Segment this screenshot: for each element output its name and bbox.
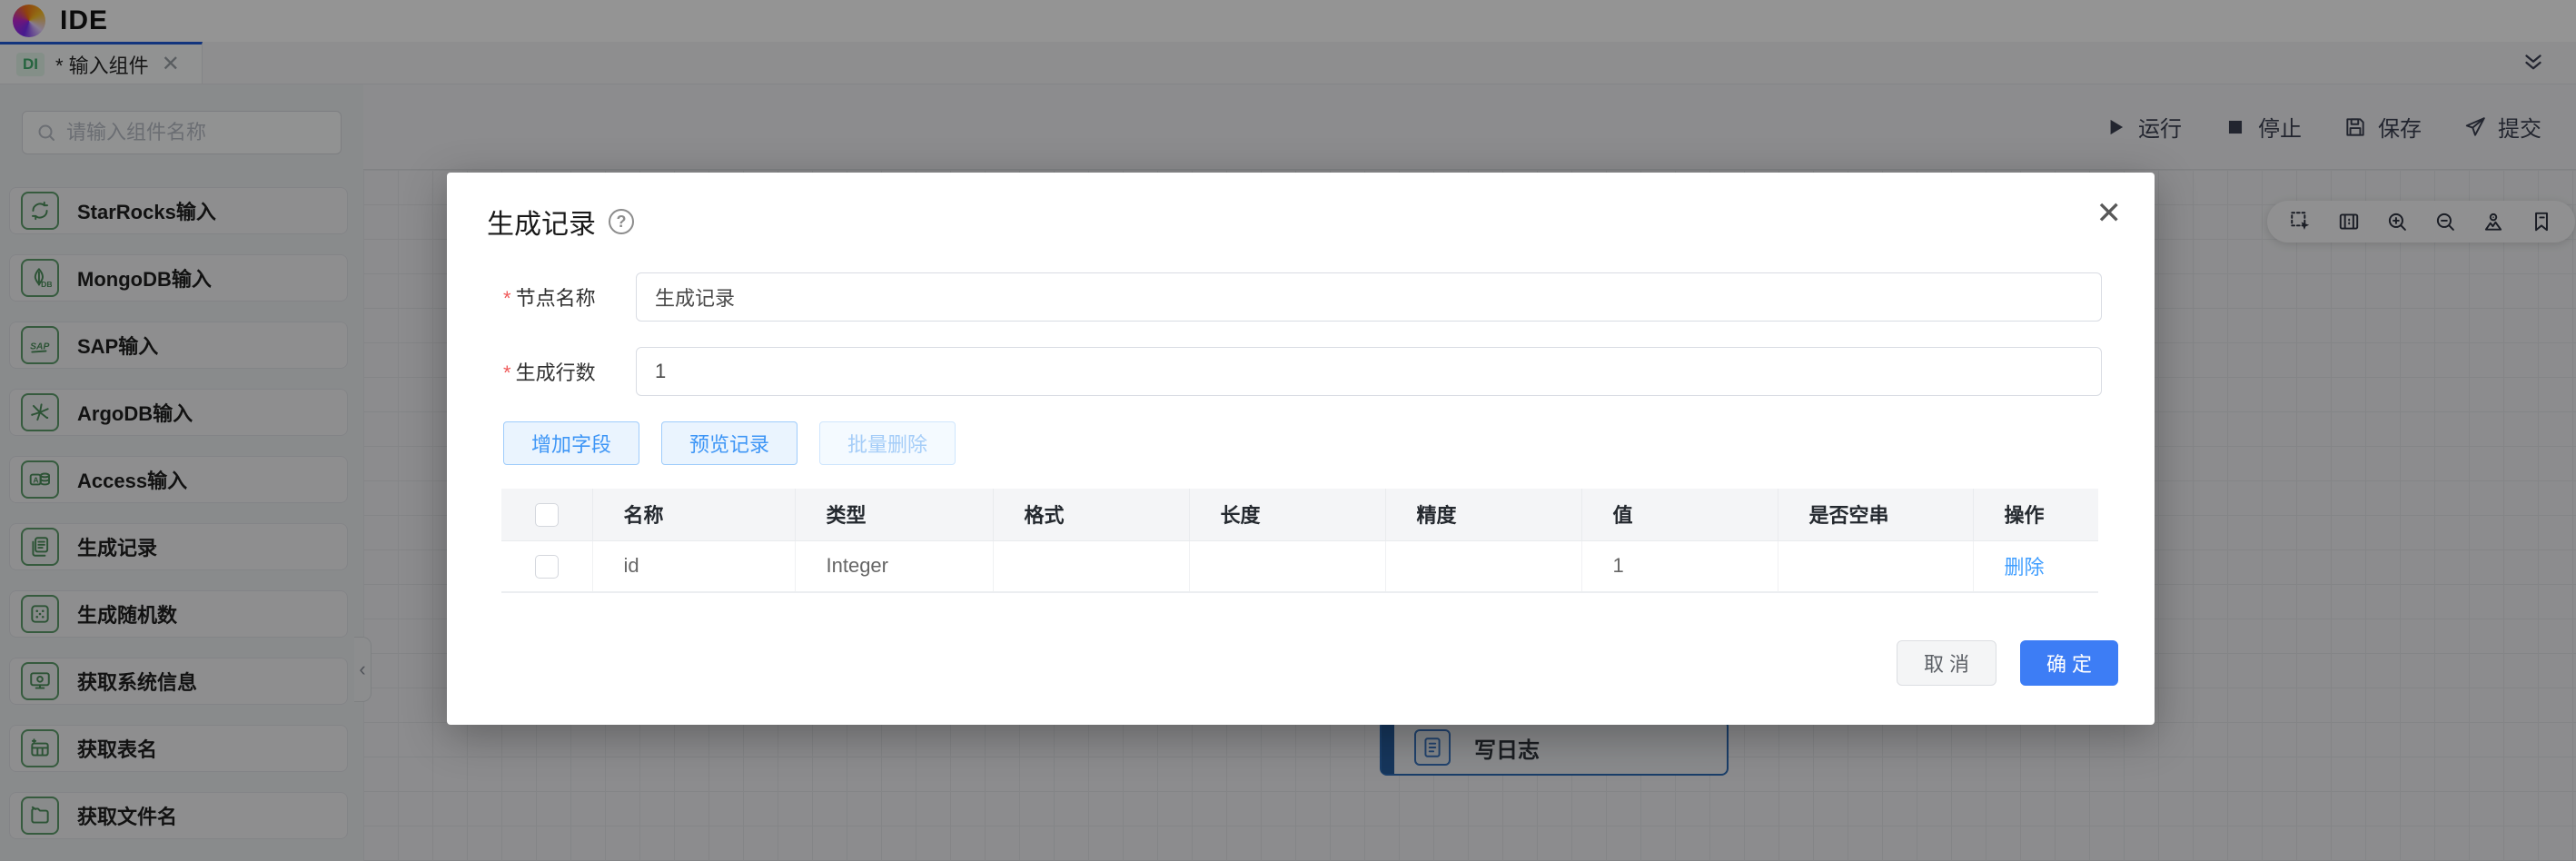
preview-record-button[interactable]: 预览记录 [661,421,798,465]
column-header: 值 [1581,489,1778,540]
delete-row-link[interactable]: 删除 [2005,556,2045,579]
table-cell [1385,540,1581,592]
column-header: 格式 [993,489,1189,540]
dialog-form: *节点名称 *生成行数 [487,272,2118,396]
select-all-checkbox[interactable] [535,503,559,527]
dialog-header: 生成记录 ? [487,202,2118,242]
column-header: 是否空串 [1778,489,1973,540]
column-header: 操作 [1973,489,2098,540]
generate-records-dialog: 生成记录 ? ✕ *节点名称 *生成行数 增加字段预览记录批量删除 名称类型格式… [447,173,2155,725]
help-icon[interactable]: ? [609,209,634,234]
row-checkbox[interactable] [535,555,559,579]
add-field-button[interactable]: 增加字段 [503,421,639,465]
confirm-button[interactable]: 确 定 [2020,640,2118,686]
column-header: 精度 [1385,489,1581,540]
table-cell: 1 [1581,540,1778,592]
cancel-button[interactable]: 取 消 [1897,640,1996,686]
table-header-row: 名称类型格式长度精度值是否空串操作 [501,489,2098,540]
field-actions: 增加字段预览记录批量删除 [503,421,2118,465]
column-header: 类型 [795,489,993,540]
column-header: 长度 [1189,489,1385,540]
form-row-node-name: *节点名称 [503,272,2102,322]
fields-table: 名称类型格式长度精度值是否空串操作 idInteger 1 删除 [501,489,2098,593]
table-cell [1778,540,1973,592]
table-cell [993,540,1189,592]
table-row: idInteger 1 删除 [501,540,2098,592]
table-cell [1189,540,1385,592]
table-cell: id [592,540,795,592]
batch-delete-button[interactable]: 批量删除 [819,421,956,465]
dialog-title: 生成记录 [487,202,596,242]
column-header: 名称 [592,489,795,540]
field-label: *生成行数 [503,357,614,386]
row-count-input[interactable] [636,347,2102,396]
dialog-footer: 取 消 确 定 [487,640,2118,686]
table-cell: Integer [795,540,993,592]
app-root: IDE DI * 输入组件 ✕ StarRocks输入 DB MongoDB输入… [0,0,2576,861]
field-label: *节点名称 [503,282,614,312]
dialog-close-icon[interactable]: ✕ [2096,198,2123,229]
form-row-row-count: *生成行数 [503,347,2102,396]
node-name-input[interactable] [636,272,2102,322]
